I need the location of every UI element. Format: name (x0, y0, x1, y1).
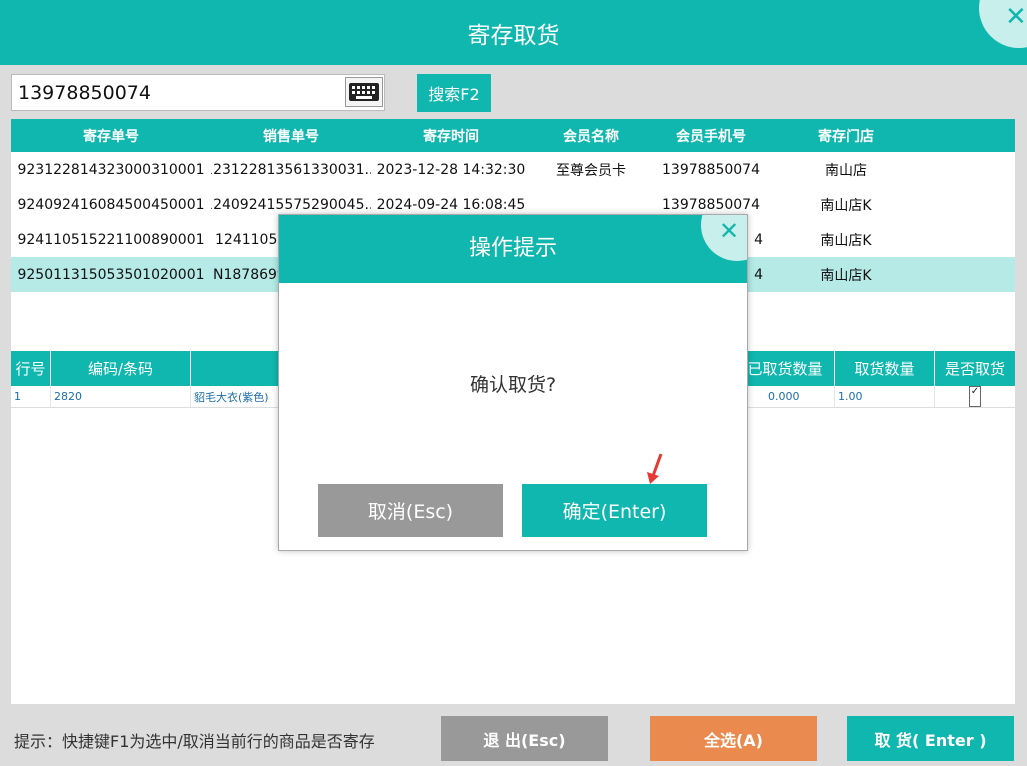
cell-deposit-no: 923122814323000310001 (17, 161, 205, 178)
cell-store: 南山店K (820, 232, 872, 249)
window-title: 寄存取货 (467, 23, 560, 49)
cell-code: 2820 (51, 386, 191, 407)
cell-picked-qty: 0.000 (736, 386, 835, 407)
select-all-button[interactable]: 全选(A) (650, 716, 817, 761)
close-icon: ✕ (719, 217, 740, 245)
shortcut-hint: 提示：快捷键F1为选中/取消当前行的商品是否寄存 (14, 732, 375, 751)
dialog-title: 操作提示 (279, 215, 747, 283)
dialog-message: 确认取货? (469, 374, 557, 396)
exit-button[interactable]: 退 出(Esc) (441, 716, 608, 761)
dialog-cancel-button[interactable]: 取消(Esc) (318, 484, 503, 537)
cell-deposit-time: 2023-12-28 14:32:30 (376, 161, 526, 178)
col-header-deposit-no[interactable]: 寄存单号 (11, 119, 211, 152)
confirm-dialog: 操作提示 ✕ 确认取货? 取消(Esc) 确定(Enter) (278, 214, 748, 551)
pointer-arrow-icon (647, 453, 663, 484)
cell-line: 1 (11, 386, 51, 407)
cell-pickup-qty: 1.00 (835, 386, 935, 407)
col-header-deposit-time[interactable]: 寄存时间 (371, 119, 531, 152)
col-header-line[interactable]: 行号 (11, 351, 51, 386)
col-header-code[interactable]: 编码/条码 (51, 351, 191, 386)
cell-is-pickup: ✓ (935, 386, 1015, 407)
search-button[interactable]: 搜索F2 (417, 74, 491, 112)
cell-store: 南山店 (825, 162, 867, 179)
title-bar: 寄存取货 ✕ (0, 0, 1027, 65)
cell-deposit-no: 924092416084500450001 (17, 196, 205, 213)
col-header-member-phone[interactable]: 会员手机号 (651, 119, 771, 152)
pickup-button[interactable]: 取 货( Enter ) (847, 716, 1014, 761)
cell-store: 南山店K (820, 267, 872, 284)
cell-store: 南山店K (820, 197, 872, 214)
col-header-store[interactable]: 寄存门店 (771, 119, 921, 152)
cell-member-phone: 13978850074 (662, 161, 760, 178)
col-header-sales-no[interactable]: 销售单号 (211, 119, 371, 152)
cell-deposit-no: 925011315053501020001 (17, 266, 205, 283)
search-input[interactable] (11, 74, 385, 111)
cell-member-name: 至尊会员卡 (556, 162, 626, 179)
table-row[interactable]: 923122814323000310001 123122813561330031… (11, 152, 1015, 187)
keyboard-icon[interactable] (345, 77, 383, 107)
col-header-picked-qty[interactable]: 已取货数量 (736, 351, 835, 386)
col-header-member-name[interactable]: 会员名称 (531, 119, 651, 152)
deposit-table-header: 寄存单号 销售单号 寄存时间 会员名称 会员手机号 寄存门店 (11, 119, 1015, 152)
dialog-confirm-button[interactable]: 确定(Enter) (522, 484, 707, 537)
col-header-pickup-qty[interactable]: 取货数量 (835, 351, 935, 386)
pickup-checkbox[interactable]: ✓ (969, 386, 981, 407)
cell-sales-no: 123122813561330031... (211, 161, 371, 178)
col-header-is-pickup[interactable]: 是否取货 (935, 351, 1015, 386)
close-icon: ✕ (1005, 2, 1027, 32)
cell-deposit-no: 924110515221100890001 (17, 231, 205, 248)
